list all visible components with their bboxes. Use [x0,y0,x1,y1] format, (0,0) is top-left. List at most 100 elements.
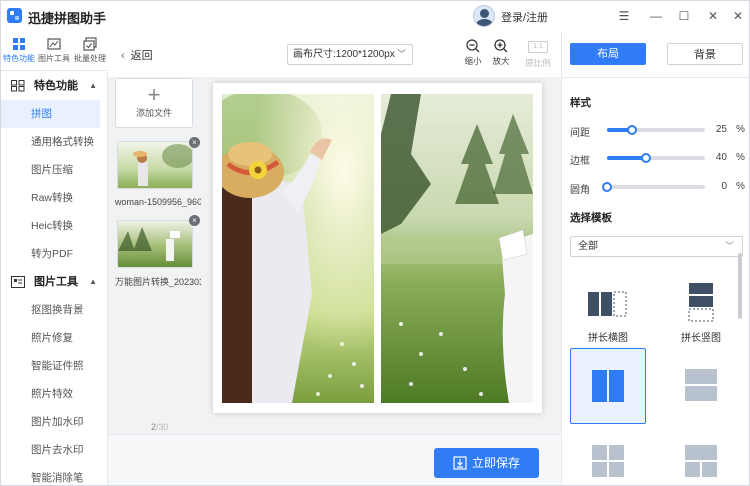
title-bar: 迅捷拼图助手 [1,1,749,31]
template-filter-select[interactable]: 全部 ﹀ [570,236,743,257]
sidebar-item-cutout[interactable]: 抠图换背景 [1,296,107,324]
radius-slider[interactable] [602,182,705,192]
style-section-title: 样式 [570,97,591,109]
tab-background[interactable]: 背景 [667,43,743,65]
back-button[interactable]: ‹ 返回 [121,47,153,63]
chevron-left-icon: ‹ [121,50,125,62]
image-tool-icon [47,38,61,50]
sidebar-item-format-convert[interactable]: 通用格式转换 [1,128,107,156]
zoom-in-label: 放大 [492,56,510,66]
collage-canvas[interactable] [213,83,542,413]
toolbar-batch-button[interactable]: 批量处理 [72,35,108,69]
add-file-label: 添加文件 [135,108,172,118]
canvas-size-value: 画布尺寸:1200*1200px [293,49,395,60]
login-link[interactable]: 登录/注册 [501,9,548,25]
toolbar-image-tools-button[interactable]: 图片工具 [36,35,72,69]
features-icon [11,80,25,92]
border-value: 40% [713,152,745,163]
spacing-slider[interactable] [607,125,705,135]
chevron-up-icon: ▲ [89,277,97,286]
minimize-icon[interactable]: — [648,8,664,24]
border-label: 边框 [570,156,590,167]
save-button[interactable]: 立即保存 [434,448,539,478]
zoom-out-button[interactable]: 缩小 [461,39,485,67]
user-avatar[interactable] [473,5,495,27]
layout-top-split-icon [685,445,717,477]
file-thumbnail[interactable] [117,141,193,189]
toolbar-features-button[interactable]: 特色功能 [1,35,37,69]
app-logo-icon [7,8,22,23]
canvas-size-select[interactable]: 画布尺寸:1200*1200px ﹀ [287,44,413,65]
sidebar-item-effects[interactable]: 照片特效 [1,380,107,408]
sidebar-item-add-watermark[interactable]: 图片加水印 [1,408,107,436]
original-ratio-label: 原比例 [525,58,551,68]
sidebar-item-id-photo[interactable]: 智能证件照 [1,352,107,380]
toolbar-label: 图片工具 [38,54,70,63]
slider-handle[interactable] [626,125,637,135]
close-window-icon[interactable]: ✕ [730,8,746,24]
sidebar: 特色功能 ▲ 拼图 通用格式转换 图片压缩 Raw转换 Heic转换 转为PDF… [1,72,108,485]
remove-file-icon[interactable]: × [189,215,200,226]
pager-total: /30 [156,422,169,432]
panel-scrollbar[interactable] [738,253,742,319]
template-label: 拼长横图 [588,333,628,344]
sidebar-item-raw[interactable]: Raw转换 [1,184,107,212]
divider [561,77,749,78]
layout-two-rows-icon [685,369,717,401]
file-name: 万能图片转换_202303... [115,277,201,287]
mode-toolbar: 特色功能 图片工具 批量处理 [1,31,108,71]
toolbar-label: 批量处理 [74,54,106,63]
border-slider[interactable] [607,153,705,163]
thumbnail-image [118,142,192,188]
sidebar-item-remove-watermark[interactable]: 图片去水印 [1,436,107,464]
back-label: 返回 [130,50,153,62]
original-ratio-button[interactable]: 1:1 原比例 [525,39,551,69]
layout-horizontal-icon [588,291,627,317]
file-thumbnail[interactable] [117,220,193,268]
template-filter-value: 全部 [578,241,598,252]
sidebar-item-photo-repair[interactable]: 照片修复 [1,324,107,352]
collage-cell-left[interactable] [222,94,374,403]
close-icon[interactable]: ✕ [705,8,721,24]
remove-file-icon[interactable]: × [189,137,200,148]
image-tools-icon [11,276,25,289]
template-section-title: 选择模板 [570,212,612,224]
slider-handle[interactable] [602,182,612,192]
zoom-out-label: 缩小 [464,56,482,66]
restore-icon[interactable]: ☐ [676,8,692,24]
download-icon [453,456,467,470]
template-label: 拼长竖图 [681,333,721,344]
sidebar-item-collage[interactable]: 拼图 [1,100,100,128]
collage-cell-right[interactable] [381,94,533,403]
radius-label: 圆角 [570,185,590,196]
layout-three-grid-icon [592,445,624,477]
sidebar-group-image-tools[interactable]: 图片工具 ▲ [1,268,107,296]
template-three-grid[interactable] [570,425,646,479]
menu-icon[interactable]: ☰ [616,8,632,24]
slider-unit: % [736,124,745,135]
template-two-columns[interactable] [570,348,646,424]
thumbnail-image [118,221,192,267]
slider-value: 0 [721,181,727,192]
batch-icon [83,37,97,51]
template-top-split[interactable] [663,425,739,479]
sidebar-group-title: 特色功能 [34,80,78,92]
template-long-horizontal[interactable]: 拼长横图 [570,271,646,347]
sidebar-item-heic[interactable]: Heic转换 [1,212,107,240]
file-name: woman-1509956_960... [115,197,201,207]
slider-value: 40 [715,152,727,163]
sidebar-item-compress[interactable]: 图片压缩 [1,156,107,184]
grid-icon [13,38,25,50]
template-long-vertical[interactable]: 拼长竖图 [663,271,739,347]
add-file-button[interactable]: + 添加文件 [115,78,193,128]
photo-field-reader [381,94,533,403]
template-two-rows[interactable] [663,348,739,424]
sidebar-item-to-pdf[interactable]: 转为PDF [1,240,107,268]
tab-layout[interactable]: 布局 [570,43,646,65]
sidebar-group-title: 图片工具 [34,276,78,288]
zoom-in-icon [494,39,508,53]
sidebar-item-eraser[interactable]: 智能消除笔 [1,464,107,485]
chevron-down-icon: ﹀ [724,241,734,251]
zoom-in-button[interactable]: 放大 [489,39,513,67]
sidebar-group-features[interactable]: 特色功能 ▲ [1,72,107,100]
